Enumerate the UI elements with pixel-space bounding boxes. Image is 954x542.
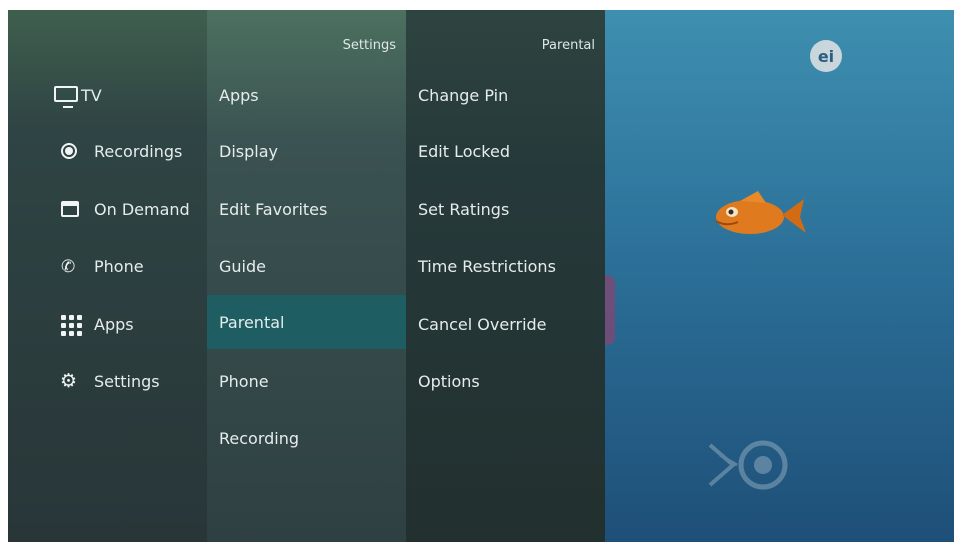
main-menu-item-label: Phone [94,256,144,276]
settings-item-display[interactable]: Display [207,124,406,178]
main-menu-item-apps[interactable]: Apps [8,297,207,351]
record-icon [61,143,77,159]
coral-shape [605,275,615,345]
main-menu-item-settings[interactable]: ⚙ Settings [8,354,207,408]
parental-item-set-ratings[interactable]: Set Ratings [406,182,605,236]
main-menu-item-label: Apps [94,314,134,334]
settings-item-label: Phone [219,371,269,391]
parental-item-label: Change Pin [418,85,509,105]
main-menu: TV Recordings On Demand ✆ Phone Apps ⚙ S… [8,10,207,542]
settings-menu: Settings Apps Display Edit Favorites Gui… [207,10,406,542]
parental-item-cancel-override[interactable]: Cancel Override [406,297,605,351]
settings-item-phone[interactable]: Phone [207,354,406,408]
parental-item-edit-locked[interactable]: Edit Locked [406,124,605,178]
parental-item-label: Cancel Override [418,314,547,334]
settings-item-edit-favorites[interactable]: Edit Favorites [207,182,406,236]
main-menu-item-label: Settings [94,371,160,391]
parental-menu: Parental Change Pin Edit Locked Set Rati… [406,10,605,542]
tv-screen: ei TV Recordings On Demand ✆ Phone Apps … [8,10,954,542]
main-menu-item-label: TV [81,85,102,105]
main-menu-item-label: On Demand [94,199,190,219]
main-menu-item-phone[interactable]: ✆ Phone [8,239,207,293]
tv-icon [54,86,78,108]
settings-item-recording[interactable]: Recording [207,411,406,465]
phone-icon: ✆ [61,257,76,277]
parental-item-change-pin[interactable]: Change Pin [406,68,605,122]
settings-item-parental[interactable]: Parental [207,295,406,349]
parental-menu-header: Parental [541,38,595,53]
settings-item-label: Display [219,141,278,161]
gear-icon: ⚙ [60,370,78,392]
settings-item-label: Edit Favorites [219,199,328,219]
pbs-watermark-icon [708,440,788,490]
on-demand-icon [61,201,79,217]
settings-item-apps[interactable]: Apps [207,68,406,122]
settings-menu-header: Settings [342,38,396,53]
ei-logo: ei [810,40,842,72]
settings-item-guide[interactable]: Guide [207,239,406,293]
main-menu-item-tv[interactable]: TV [8,68,207,122]
settings-item-label: Parental [219,312,285,332]
main-menu-item-on-demand[interactable]: On Demand [8,182,207,236]
fish-character [715,191,806,234]
settings-item-label: Recording [219,428,300,448]
parental-item-label: Time Restrictions [418,256,556,276]
main-menu-item-label: Recordings [94,141,183,161]
parental-item-options[interactable]: Options [406,354,605,408]
parental-item-time-restrictions[interactable]: Time Restrictions [406,239,605,293]
video-preview: ei [605,10,954,542]
parental-item-label: Edit Locked [418,141,510,161]
apps-grid-icon [61,315,82,336]
settings-item-label: Apps [219,85,259,105]
main-menu-item-recordings[interactable]: Recordings [8,124,207,178]
settings-item-label: Guide [219,256,266,276]
parental-item-label: Set Ratings [418,199,510,219]
parental-item-label: Options [418,371,480,391]
